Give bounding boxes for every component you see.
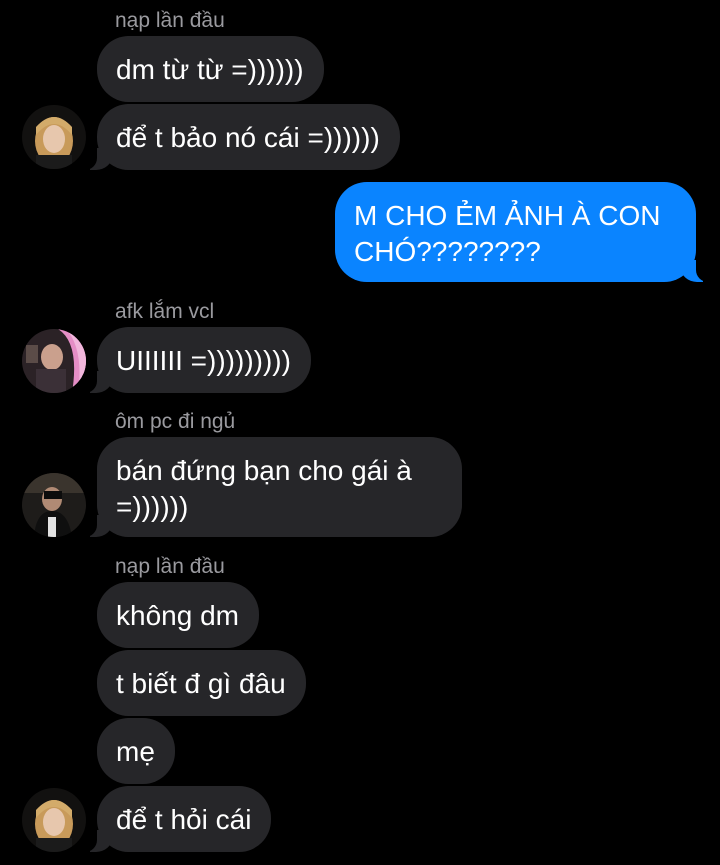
avatar-girl-blonde-icon[interactable] xyxy=(22,105,86,169)
message-bubble[interactable]: không dm xyxy=(97,582,259,648)
avatar-person-phone-icon[interactable] xyxy=(22,473,86,537)
message-bubble[interactable]: để t hỏi cái xyxy=(70,786,272,852)
message-bubble[interactable]: bán đứng bạn cho gái à =)))))) xyxy=(71,437,462,537)
outgoing-message-bubble[interactable]: M CHO ẺM ẢNH À CON CHÓ???????? xyxy=(335,182,720,282)
sender-name: nạp lần đầu xyxy=(115,9,225,32)
sender-name: nạp lần đầu xyxy=(115,555,225,578)
message-bubble[interactable]: để t bảo nó cái =)))))) xyxy=(71,104,400,170)
message-thread[interactable]: nạp lần đầu dm từ từ =)))))) để t bảo nó… xyxy=(0,0,720,865)
message-bubble[interactable]: UIIIIII =))))))))) xyxy=(71,327,311,393)
message-bubble[interactable]: dm từ từ =)))))) xyxy=(97,36,324,102)
avatar-girl-pink-icon[interactable] xyxy=(22,329,86,393)
message-bubble[interactable]: t biết đ gì đâu xyxy=(97,650,306,716)
sender-name: ôm pc đi ngủ xyxy=(115,410,236,433)
sender-name: afk lắm vcl xyxy=(115,300,215,323)
avatar-girl-blonde-icon[interactable] xyxy=(22,788,86,852)
message-bubble[interactable]: mẹ xyxy=(97,718,175,784)
